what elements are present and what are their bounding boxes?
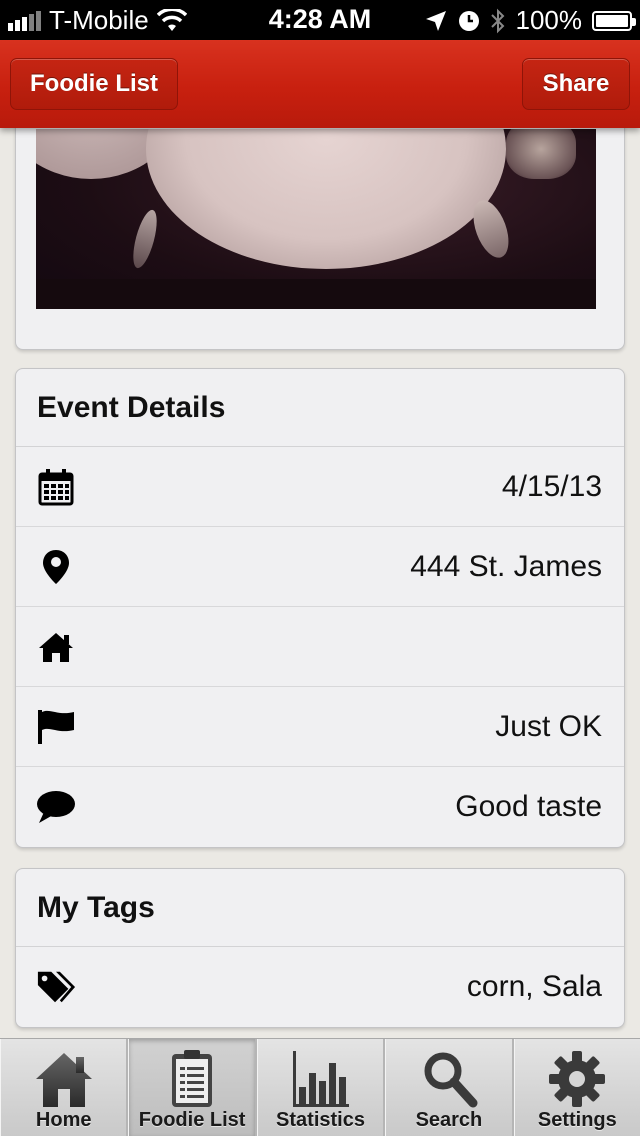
tab-settings-label: Settings [537,1109,617,1131]
location-row[interactable]: 444 St. James [16,527,624,607]
navigation-bar: Foodie List Share [0,40,640,128]
home-icon [35,1053,92,1107]
tab-bar: Home Foodie List Statistics Search Setti… [0,1038,640,1136]
location-value: 444 St. James [410,549,602,583]
date-row[interactable]: 4/15/13 [16,447,624,527]
alarm-clock-icon [458,10,479,31]
event-details-card: Event Details 4/15/13 444 St. James Just… [15,368,625,848]
tab-home[interactable]: Home [0,1039,129,1136]
date-value: 4/15/13 [501,469,602,503]
food-photo[interactable] [36,129,596,309]
battery-icon [592,10,636,31]
home-icon [36,627,76,667]
back-button[interactable]: Foodie List [10,58,178,110]
location-arrow-icon [425,10,446,31]
status-bar: T-Mobile 4:28 AM 100% [0,0,640,40]
speech-bubble-icon [36,787,76,827]
comment-value: Good taste [455,790,602,823]
bluetooth-icon [490,8,504,33]
tags-row[interactable]: corn, Sala [16,947,624,1027]
tab-home-label: Home [35,1109,92,1131]
flag-icon [36,707,76,747]
tags-value: corn, Sala [466,970,602,1003]
tab-statistics-label: Statistics [276,1109,365,1131]
rating-row[interactable]: Just OK [16,687,624,767]
tab-foodie-list-label: Foodie List [138,1109,246,1131]
bar-chart-icon [292,1051,349,1107]
tab-search-label: Search [415,1109,483,1131]
rating-value: Just OK [495,709,602,743]
share-button[interactable]: Share [522,58,630,110]
status-right: 100% [424,5,636,36]
tab-settings[interactable]: Settings [513,1039,640,1136]
tags-icon [36,967,76,1007]
tab-statistics[interactable]: Statistics [256,1039,386,1136]
comment-row[interactable]: Good taste [16,767,624,847]
tab-foodie-list[interactable]: Foodie List [128,1039,257,1136]
battery-percent: 100% [515,5,583,35]
tab-search[interactable]: Search [385,1039,514,1136]
magnifier-icon [424,1052,478,1108]
tags-card: My Tags corn, Sala [15,868,625,1028]
my-tags-title: My Tags [16,869,624,947]
photo-card [15,100,625,350]
event-details-title: Event Details [16,369,624,447]
gear-icon [549,1051,606,1107]
map-pin-icon [36,547,76,587]
venue-row[interactable] [16,607,624,687]
clipboard-icon [172,1050,213,1107]
calendar-icon [36,467,76,507]
